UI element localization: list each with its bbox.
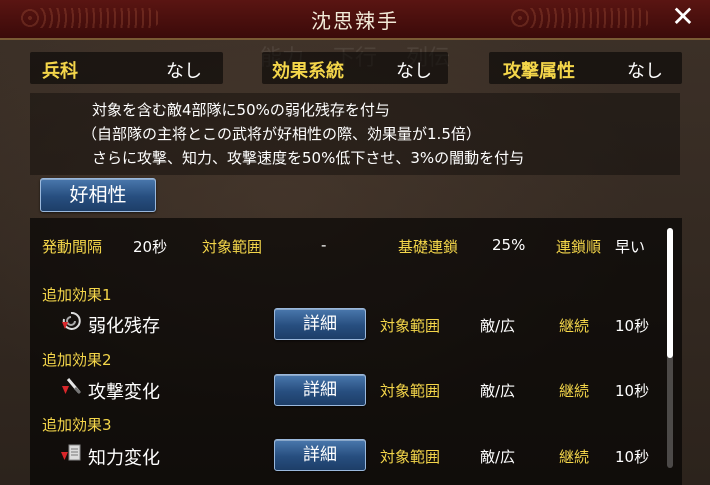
effect-name: 知力変化 [88, 448, 160, 469]
effect-duration-value: 10秒 [615, 317, 650, 335]
chain-value: 25% [492, 236, 526, 254]
effect-duration-label: 継続 [559, 382, 590, 400]
effect-duration-label: 継続 [559, 448, 590, 466]
debuff-swirl-icon [60, 310, 82, 332]
window-title: 沈思辣手 [311, 9, 399, 33]
detail-button[interactable]: 詳細 [274, 439, 366, 471]
detail-button[interactable]: 詳細 [274, 308, 366, 340]
effect-header: 追加効果1 [42, 286, 112, 304]
scrollbar-thumb[interactable] [667, 228, 673, 358]
effect-range-label: 対象範囲 [380, 382, 441, 400]
effect-duration-value: 10秒 [615, 448, 650, 466]
attribute-label: 兵科 [42, 61, 78, 82]
scrollbar[interactable] [667, 228, 673, 468]
effect-range-value: 敵/広 [480, 448, 516, 466]
attribute-label: 攻撃属性 [503, 61, 575, 82]
effect-range-label: 対象範囲 [380, 317, 441, 335]
attribute-value: なし [166, 61, 202, 82]
affinity-button[interactable]: 好相性 [40, 178, 156, 212]
order-value: 早い [615, 238, 646, 256]
close-icon[interactable]: ✕ [668, 2, 698, 32]
range-value: - [321, 236, 327, 254]
attribute-label: 効果系統 [272, 61, 344, 82]
order-label: 連鎖順 [556, 238, 602, 256]
intellect-down-icon [60, 442, 82, 464]
effect-name: 攻撃変化 [88, 382, 160, 403]
attribute-value: なし [627, 61, 663, 82]
effect-list-panel[interactable]: 発動間隔 20秒 対象範囲 - 基礎連鎖 25% 連鎖順 早い 追加効果1 弱化… [30, 218, 682, 485]
attribute-unit-type: 兵科 なし [30, 52, 223, 84]
effect-range-value: 敵/広 [480, 317, 516, 335]
attribute-value: なし [396, 61, 432, 82]
range-label: 対象範囲 [202, 238, 263, 256]
interval-label: 発動間隔 [42, 238, 103, 256]
effect-duration-label: 継続 [559, 317, 590, 335]
effect-header: 追加効果3 [42, 416, 112, 434]
description-line: （自部隊の主将とこの武将が好相性の際、効果量が1.5倍） [82, 125, 481, 143]
attribute-effect-type: 効果系統 なし [262, 52, 448, 84]
skill-description: 対象を含む敵4部隊に50%の弱化残存を付与 （自部隊の主将とこの武将が好相性の際… [30, 93, 680, 175]
detail-button[interactable]: 詳細 [274, 374, 366, 406]
effect-duration-value: 10秒 [615, 382, 650, 400]
attack-down-icon [60, 376, 82, 398]
attribute-attack-type: 攻撃属性 なし [489, 52, 682, 84]
title-bar: 沈思辣手 ✕ [0, 0, 710, 40]
description-line: 対象を含む敵4部隊に50%の弱化残存を付与 [92, 101, 390, 119]
effect-range-label: 対象範囲 [380, 448, 441, 466]
effect-name: 弱化残存 [88, 316, 160, 337]
interval-value: 20秒 [133, 238, 168, 256]
chain-label: 基礎連鎖 [398, 238, 459, 256]
effect-header: 追加効果2 [42, 351, 112, 369]
description-line: さらに攻撃、知力、攻撃速度を50%低下させ、3%の闇動を付与 [92, 149, 525, 167]
skill-detail-window: 能力 下行 列伝 沈思辣手 ✕ 兵科 なし 効果系統 なし 攻撃属性 なし 対象… [0, 0, 710, 485]
effect-range-value: 敵/広 [480, 382, 516, 400]
